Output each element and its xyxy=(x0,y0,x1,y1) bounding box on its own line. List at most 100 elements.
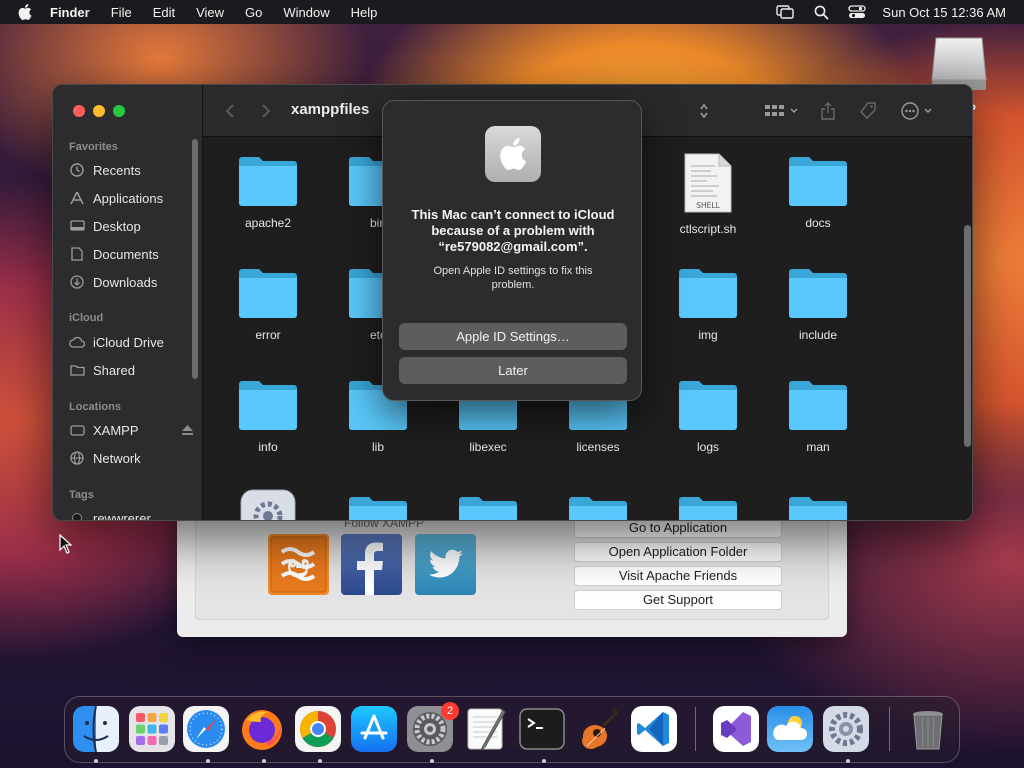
folder-item[interactable]: img xyxy=(658,264,758,342)
forward-chevron-icon[interactable] xyxy=(261,101,271,121)
dock-finder-icon[interactable] xyxy=(73,706,119,752)
xampp-logo-icon[interactable]: ಆ xyxy=(268,534,329,595)
eject-icon[interactable] xyxy=(182,423,193,438)
folder-item[interactable]: apache2 xyxy=(218,152,318,230)
dock-app-store-icon[interactable] xyxy=(351,706,397,752)
folder-icon xyxy=(679,497,737,520)
sort-chevron-icon[interactable] xyxy=(699,101,709,121)
dock-separator xyxy=(889,707,890,751)
folder-item[interactable] xyxy=(438,492,538,520)
sidebar-item-xampp[interactable]: XAMPP xyxy=(69,419,195,441)
xampp-control-panel: Follow XAMPP ಆ Go to Application Open Ap… xyxy=(177,510,847,637)
screen-mirroring-icon[interactable] xyxy=(776,4,795,20)
spotlight-search-icon[interactable] xyxy=(812,4,830,20)
menu-app-name[interactable]: Finder xyxy=(50,5,90,20)
dock-vscode-icon[interactable] xyxy=(631,706,677,752)
dock-safari-icon[interactable] xyxy=(183,706,229,752)
file-name: lib xyxy=(371,440,384,454)
dock-visual-studio-icon[interactable] xyxy=(713,706,759,752)
folder-icon xyxy=(679,381,737,430)
folder-icon xyxy=(789,381,847,430)
gear-icon xyxy=(240,489,296,520)
sidebar-item-downloads[interactable]: Downloads xyxy=(69,271,195,293)
dialog-message: Open Apple ID settings to fix this probl… xyxy=(433,265,593,291)
folder-item[interactable]: error xyxy=(218,264,318,342)
go-to-application-button[interactable]: Go to Application xyxy=(574,518,782,538)
app-item[interactable] xyxy=(218,488,318,520)
facebook-logo-icon[interactable] xyxy=(341,534,402,595)
apple-id-settings-button[interactable]: Apple ID Settings… xyxy=(399,323,627,350)
sidebar-item-documents[interactable]: Documents xyxy=(69,243,195,265)
menu-bar: Finder File Edit View Go Window Help Sun… xyxy=(0,0,1024,24)
dock-terminal-icon[interactable] xyxy=(519,706,565,752)
apple-logo-icon xyxy=(485,126,541,182)
menu-help[interactable]: Help xyxy=(351,5,378,20)
open-application-folder-button[interactable]: Open Application Folder xyxy=(574,542,782,562)
sidebar-item-tag[interactable]: rewwrerer xyxy=(69,507,195,520)
folder-item[interactable] xyxy=(768,492,868,520)
folder-item[interactable]: info xyxy=(218,376,318,454)
later-button[interactable]: Later xyxy=(399,357,627,384)
locations-header: Locations xyxy=(69,401,121,413)
dock-firefox-icon[interactable] xyxy=(239,706,285,752)
sidebar-item-icloud-drive[interactable]: iCloud Drive xyxy=(69,331,195,353)
folder-item[interactable] xyxy=(658,492,758,520)
folder-item[interactable]: man xyxy=(768,376,868,454)
running-indicator xyxy=(318,759,322,763)
tag-icon[interactable] xyxy=(859,101,877,121)
visit-apache-friends-button[interactable]: Visit Apache Friends xyxy=(574,566,782,586)
folder-icon xyxy=(349,497,407,520)
dock-trash-icon[interactable] xyxy=(905,706,951,752)
menu-edit[interactable]: Edit xyxy=(153,5,175,20)
mouse-pointer-icon xyxy=(59,533,73,559)
dialog-title: This Mac can’t connect to iCloud because… xyxy=(411,207,615,254)
minimize-window-icon[interactable] xyxy=(93,105,105,117)
menu-file[interactable]: File xyxy=(111,5,132,20)
apple-menu-icon[interactable] xyxy=(18,4,32,20)
sidebar-item-applications[interactable]: Applications xyxy=(69,187,195,209)
dock-textedit-icon[interactable] xyxy=(463,706,509,752)
folder-item[interactable] xyxy=(328,492,428,520)
dock-launchpad-icon[interactable] xyxy=(129,706,175,752)
folder-icon xyxy=(239,269,297,318)
folder-item[interactable]: docs xyxy=(768,152,868,230)
menu-clock[interactable]: Sun Oct 15 12:36 AM xyxy=(882,5,1006,20)
get-support-button[interactable]: Get Support xyxy=(574,590,782,610)
dock-weather-icon[interactable] xyxy=(767,706,813,752)
sidebar-item-desktop[interactable]: Desktop xyxy=(69,215,195,237)
dock-garageband-icon[interactable] xyxy=(575,706,621,752)
share-icon[interactable] xyxy=(821,101,835,121)
window-controls xyxy=(73,105,133,117)
folder-item[interactable] xyxy=(548,492,648,520)
tags-header: Tags xyxy=(69,489,94,501)
file-name: libexec xyxy=(469,440,507,454)
folder-item[interactable]: include xyxy=(768,264,868,342)
twitter-logo-icon[interactable] xyxy=(415,534,476,595)
content-scrollbar[interactable] xyxy=(964,225,971,447)
dock-settings-icon[interactable] xyxy=(823,706,869,752)
close-window-icon[interactable] xyxy=(73,105,85,117)
download-icon xyxy=(69,275,85,289)
folder-item[interactable]: logs xyxy=(658,376,758,454)
shell-script-item[interactable]: SHELL ctlscript.sh xyxy=(658,152,758,236)
sidebar-scrollbar[interactable] xyxy=(192,139,198,379)
view-options-grid-icon[interactable] xyxy=(765,101,799,121)
sidebar-item-network[interactable]: Network xyxy=(69,447,195,469)
sidebar-item-recents[interactable]: Recents xyxy=(69,159,195,181)
menu-window[interactable]: Window xyxy=(283,5,329,20)
cloud-icon xyxy=(69,335,85,349)
favorites-header: Favorites xyxy=(69,141,118,153)
zoom-window-icon[interactable] xyxy=(113,105,125,117)
menu-go[interactable]: Go xyxy=(245,5,262,20)
back-chevron-icon[interactable] xyxy=(225,101,235,121)
folder-icon xyxy=(679,269,737,318)
more-actions-icon[interactable] xyxy=(901,101,935,121)
dock-chrome-icon[interactable] xyxy=(295,706,341,752)
file-name: info xyxy=(258,440,278,454)
file-name: man xyxy=(806,440,830,454)
sidebar-item-label: Applications xyxy=(93,190,164,206)
control-center-icon[interactable] xyxy=(848,4,867,20)
menu-view[interactable]: View xyxy=(196,5,224,20)
sidebar-item-shared[interactable]: Shared xyxy=(69,359,195,381)
sidebar-item-label: Documents xyxy=(93,246,159,262)
